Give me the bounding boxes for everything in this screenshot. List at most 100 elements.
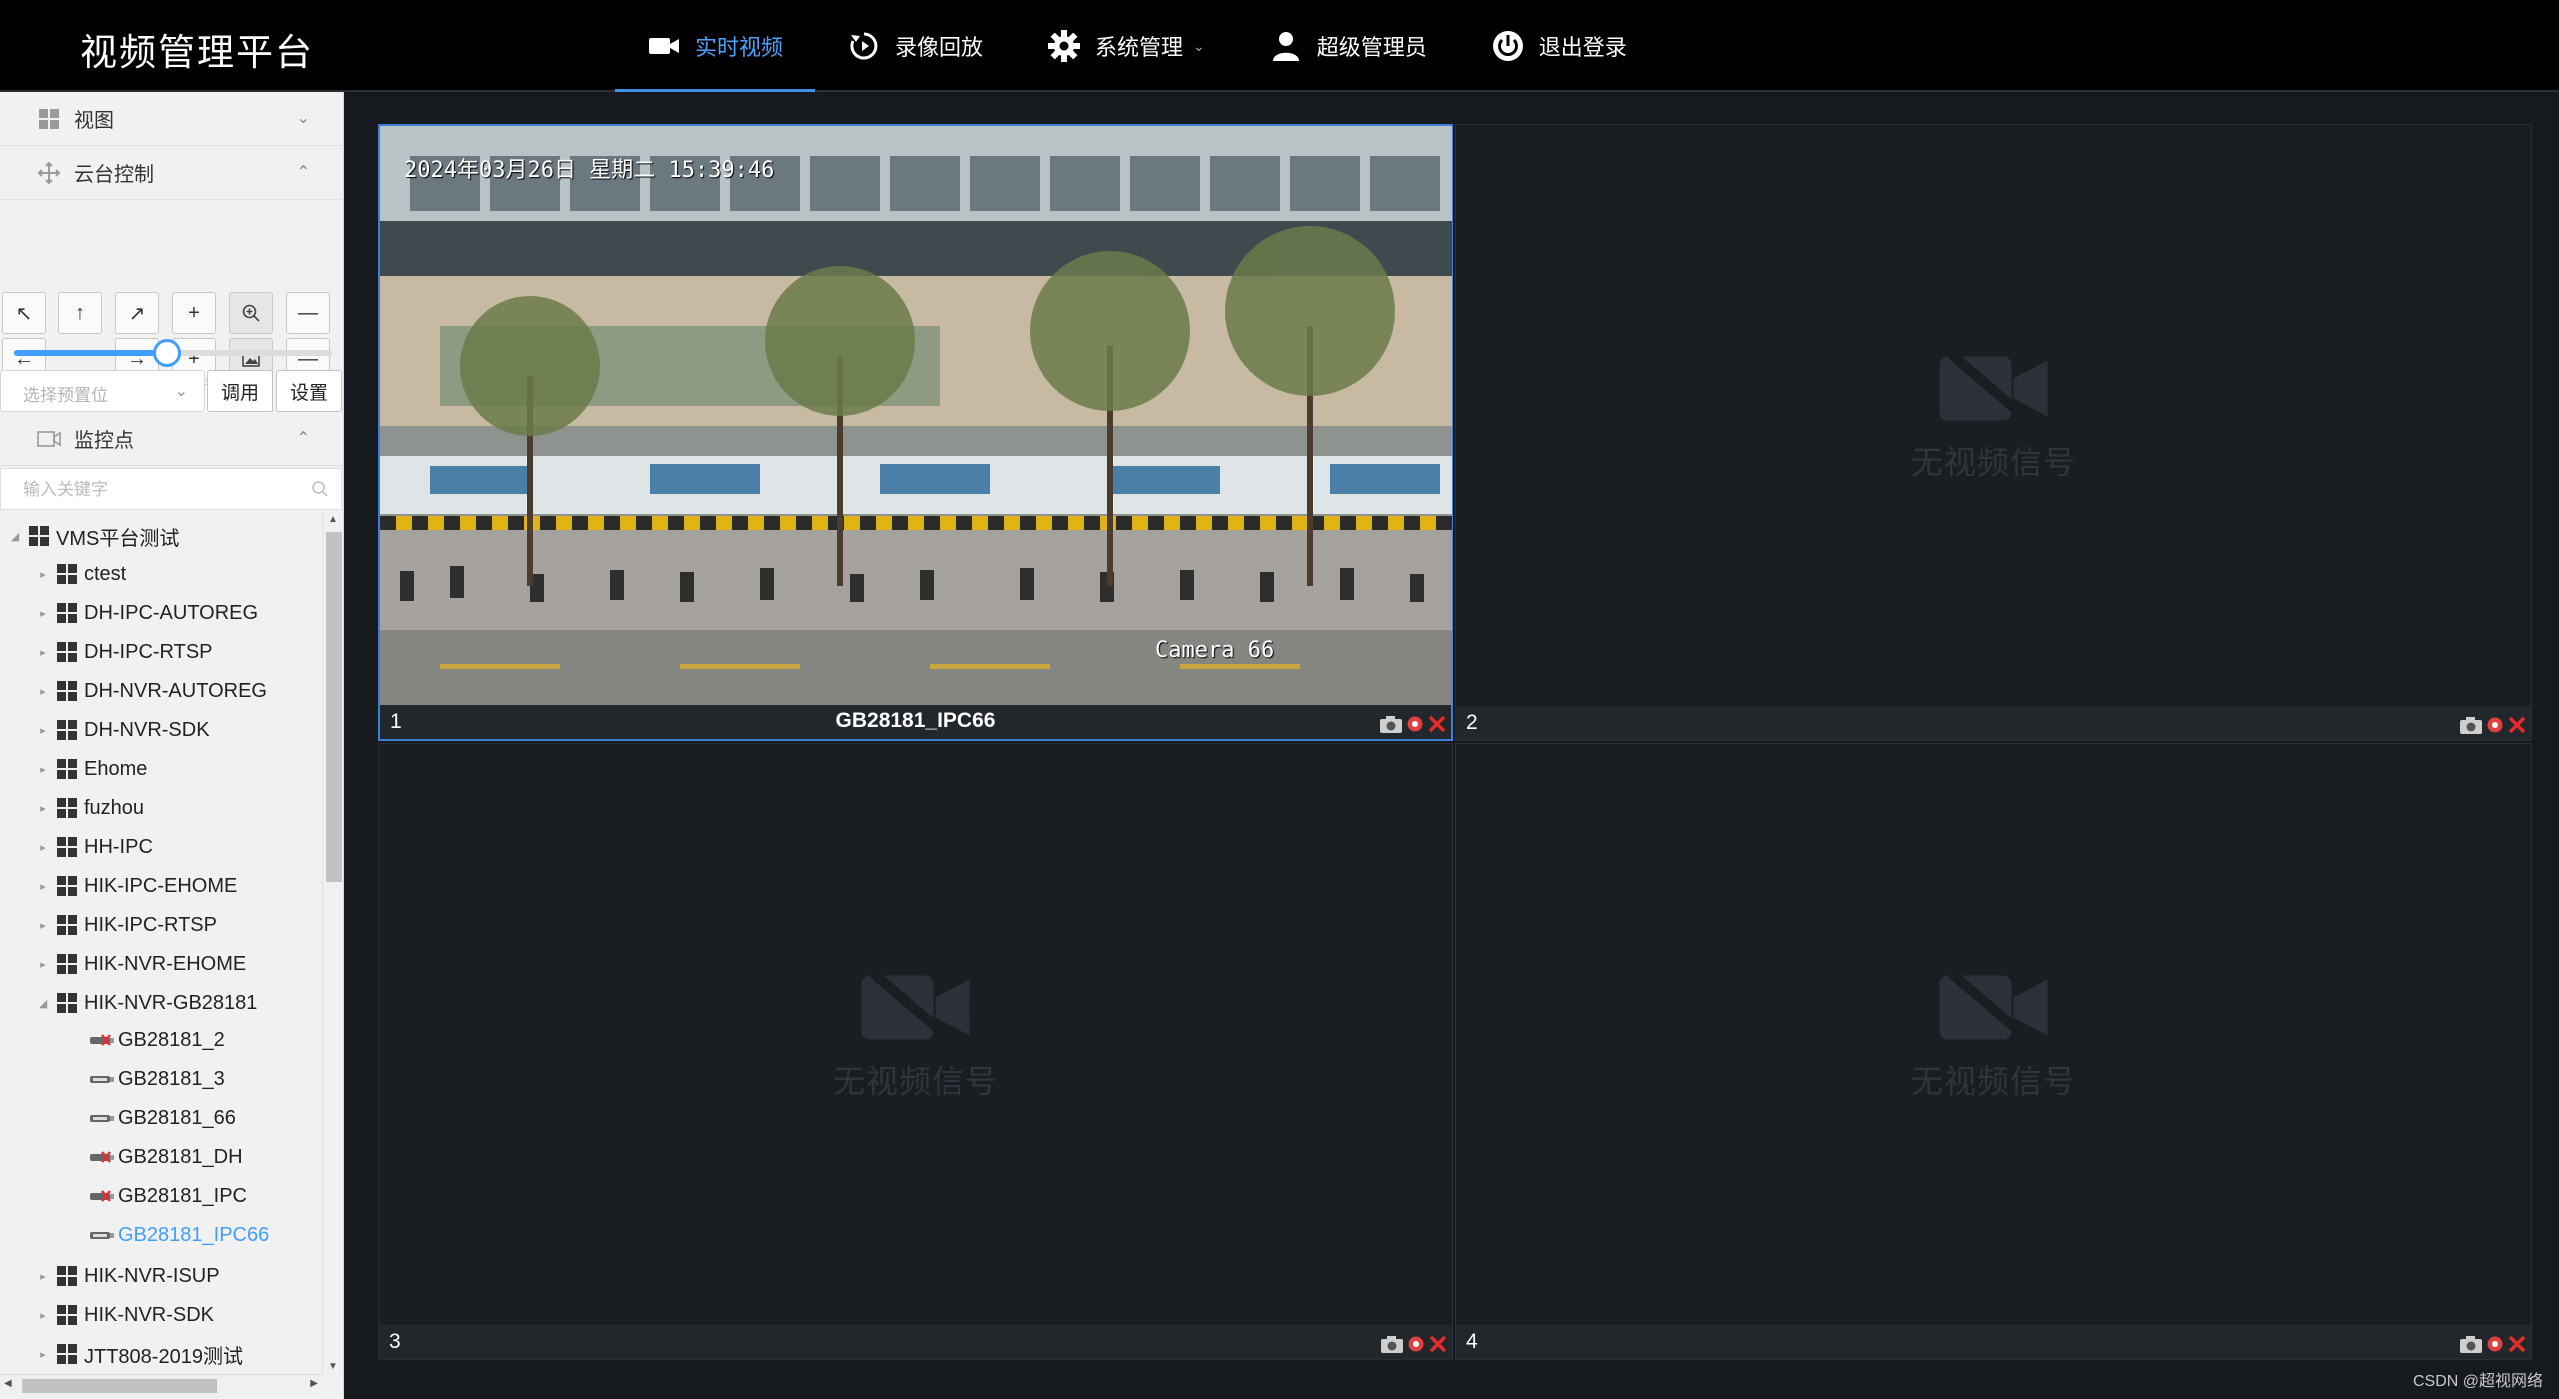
video-cell-3[interactable]: 无视频信号 3 — [378, 743, 1453, 1360]
caret-collapsed-icon: ▸ — [40, 880, 46, 893]
tree-group[interactable]: ▸ HIK-NVR-ISUP — [0, 1258, 322, 1294]
tree-camera[interactable]: GB28181_3 — [0, 1061, 322, 1097]
ptz-speed-slider[interactable] — [14, 339, 332, 367]
scrollbar-thumb[interactable] — [326, 532, 342, 882]
preset-select-placeholder: 选择预置位 — [23, 386, 108, 405]
caret-collapsed-icon: ▸ — [40, 919, 46, 932]
ptz-zoom-minus-button[interactable]: — — [286, 292, 330, 334]
chevron-down-icon: ⌄ — [174, 383, 188, 400]
ptz-up-left-button[interactable]: ↖ — [2, 292, 46, 334]
nav-playback[interactable]: 录像回放 — [815, 0, 1015, 92]
snapshot-icon[interactable] — [2459, 1334, 2483, 1354]
tree-group[interactable]: ▸ HH-IPC — [0, 829, 322, 865]
live-video-frame: 2024年03月26日 星期二 15:39:46 Camera 66 — [380, 126, 1452, 706]
monitor-section-label: 监控点 — [74, 430, 134, 452]
close-icon[interactable] — [1427, 714, 1447, 734]
tree-camera-label: GB28181_66 — [118, 1106, 236, 1129]
search-icon[interactable] — [311, 480, 329, 503]
tree-group[interactable]: ▸ HIK-NVR-SDK — [0, 1297, 322, 1333]
tree-horizontal-scrollbar[interactable]: ◀ ▶ — [0, 1374, 322, 1396]
tree-group[interactable]: ▸ fuzhou — [0, 790, 322, 826]
tree-camera-label: GB28181_2 — [118, 1028, 225, 1051]
record-icon[interactable] — [1406, 715, 1424, 733]
ptz-section-header[interactable]: 云台控制 ⌃ — [0, 146, 343, 200]
record-icon[interactable] — [2486, 716, 2504, 734]
tree-group[interactable]: ▸ HIK-IPC-EHOME — [0, 868, 322, 904]
ptz-up-button[interactable]: ↑ — [58, 292, 102, 334]
tree-group-label: JTT808-2019测试 — [84, 1345, 243, 1368]
tree-group[interactable]: ▸ HIK-IPC-RTSP — [0, 907, 322, 943]
tree-group[interactable]: ▸ ctest — [0, 556, 322, 592]
caret-collapsed-icon: ▸ — [40, 1348, 46, 1361]
snapshot-icon[interactable] — [2459, 715, 2483, 735]
sidebar: 视图 ⌄ 云台控制 ⌃ ↖ ↑ ↗ + — ← → + — ↙ ↓ ↘ + — — [0, 92, 344, 1399]
tree-root[interactable]: ◢ VMS平台测试 — [0, 518, 322, 554]
ptz-zoom-icon-button[interactable] — [229, 292, 273, 334]
nav-logout[interactable]: 退出登录 — [1459, 0, 1659, 92]
tree-group[interactable]: ▸ Ehome — [0, 751, 322, 787]
monitor-section-header[interactable]: 监控点 ⌃ — [0, 412, 343, 466]
tree-group[interactable]: ▸ DH-NVR-AUTOREG — [0, 673, 322, 709]
close-icon[interactable] — [1428, 1334, 1448, 1354]
video-cell-1[interactable]: 2024年03月26日 星期二 15:39:46 Camera 66 1 GB2… — [378, 124, 1453, 741]
video-cell-toolbar: 3 — [379, 1325, 1452, 1359]
preset-call-button[interactable]: 调用 — [207, 370, 273, 412]
tree-vertical-scrollbar[interactable]: ▲ ▼ — [322, 512, 343, 1374]
tree-camera[interactable]: GB28181_66 — [0, 1100, 322, 1136]
tree-camera[interactable]: GB28181_DH — [0, 1139, 322, 1175]
video-cell-controls — [2459, 1334, 2527, 1354]
preset-set-button[interactable]: 设置 — [276, 370, 342, 412]
ptz-section-label: 云台控制 — [74, 164, 154, 186]
scroll-right-icon[interactable]: ▶ — [310, 1378, 318, 1389]
app-title: 视频管理平台 — [80, 32, 314, 73]
caret-collapsed-icon: ▸ — [40, 646, 46, 659]
ptz-speed-slider-handle[interactable] — [152, 339, 181, 367]
close-icon[interactable] — [2507, 715, 2527, 735]
view-section-header[interactable]: 视图 ⌄ — [0, 92, 343, 146]
no-signal-placeholder: 无视频信号 — [1911, 350, 2076, 483]
scroll-left-icon[interactable]: ◀ — [4, 1378, 12, 1389]
caret-collapsed-icon: ▸ — [40, 724, 46, 737]
caret-collapsed-icon: ▸ — [40, 802, 46, 815]
preset-select[interactable]: 选择预置位 ⌄ — [0, 370, 205, 412]
group-icon — [57, 1344, 77, 1364]
video-cell-controls — [2459, 715, 2527, 735]
video-cell-toolbar: 1 GB28181_IPC66 — [380, 705, 1451, 739]
tree-group[interactable]: ▸ DH-IPC-RTSP — [0, 634, 322, 670]
nav-playback-label: 录像回放 — [895, 35, 984, 60]
video-cell-controls — [1379, 714, 1447, 734]
chevron-up-icon: ⌃ — [296, 430, 310, 447]
tree-camera[interactable]: GB28181_IPC — [0, 1178, 322, 1214]
tree-group[interactable]: ▸ DH-NVR-SDK — [0, 712, 322, 748]
device-tree: ◢ VMS平台测试 ▸ ctest ▸ DH-IPC-AUTOREG ▸ DH-IPC… — [0, 516, 322, 1376]
group-icon — [57, 993, 77, 1013]
ptz-up-right-button[interactable]: ↗ — [115, 292, 159, 334]
camera-outline-icon — [36, 426, 62, 452]
tree-group[interactable]: ▸ JTT808-2019测试 — [0, 1336, 322, 1372]
nav-system-management[interactable]: 系统管理 ⌄ — [1015, 0, 1237, 92]
tree-group[interactable]: ▸ DH-IPC-AUTOREG — [0, 595, 322, 631]
zoom-in-icon — [242, 304, 260, 322]
tree-camera[interactable]: GB28181_2 — [0, 1022, 322, 1058]
video-cell-2[interactable]: 无视频信号 2 — [1455, 124, 2532, 741]
main-nav: 实时视频 录像回放 系统管理 ⌄ 超级管理员 退出登录 — [615, 0, 1659, 92]
caret-collapsed-icon: ▸ — [40, 685, 46, 698]
record-icon[interactable] — [1407, 1335, 1425, 1353]
nav-live-video[interactable]: 实时视频 — [615, 0, 816, 92]
close-icon[interactable] — [2507, 1334, 2527, 1354]
scroll-up-icon[interactable]: ▲ — [328, 514, 338, 525]
scrollbar-thumb[interactable] — [22, 1379, 217, 1393]
ptz-zoom-plus-button[interactable]: + — [172, 292, 216, 334]
nav-user[interactable]: 超级管理员 — [1237, 0, 1459, 92]
snapshot-icon[interactable] — [1379, 714, 1403, 734]
record-icon[interactable] — [2486, 1335, 2504, 1353]
tree-group[interactable]: ▸ HIK-NVR-EHOME — [0, 946, 322, 982]
keyword-search-input[interactable] — [23, 480, 303, 500]
snapshot-icon[interactable] — [1380, 1334, 1404, 1354]
scroll-down-icon[interactable]: ▼ — [328, 1361, 338, 1372]
video-cell-4[interactable]: 无视频信号 4 — [1455, 743, 2532, 1360]
tree-group-label: HIK-NVR-GB28181 — [84, 991, 258, 1014]
tree-group-expanded[interactable]: ◢ HIK-NVR-GB28181 — [0, 985, 322, 1021]
tree-camera-selected[interactable]: GB28181_IPC66 — [0, 1217, 322, 1253]
group-icon — [57, 876, 77, 896]
